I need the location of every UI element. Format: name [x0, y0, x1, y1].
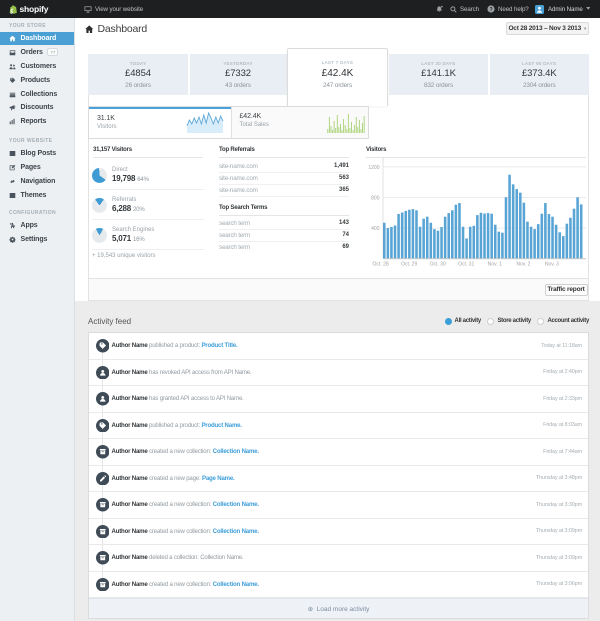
- svg-text:Oct. 28: Oct. 28: [373, 262, 389, 268]
- svg-text:1200: 1200: [368, 165, 379, 171]
- svg-text:Nov. 3: Nov. 3: [545, 262, 559, 268]
- svg-text:Nov. 2: Nov. 2: [516, 262, 530, 268]
- svg-text:Oct. 31: Oct. 31: [458, 262, 474, 268]
- svg-text:800: 800: [371, 196, 380, 202]
- svg-text:Nov. 1: Nov. 1: [488, 262, 502, 268]
- svg-text:Oct. 30: Oct. 30: [430, 262, 446, 268]
- svg-text:400: 400: [371, 226, 380, 232]
- svg-text:Oct. 29: Oct. 29: [401, 262, 417, 268]
- svg-text:?: ?: [489, 7, 492, 13]
